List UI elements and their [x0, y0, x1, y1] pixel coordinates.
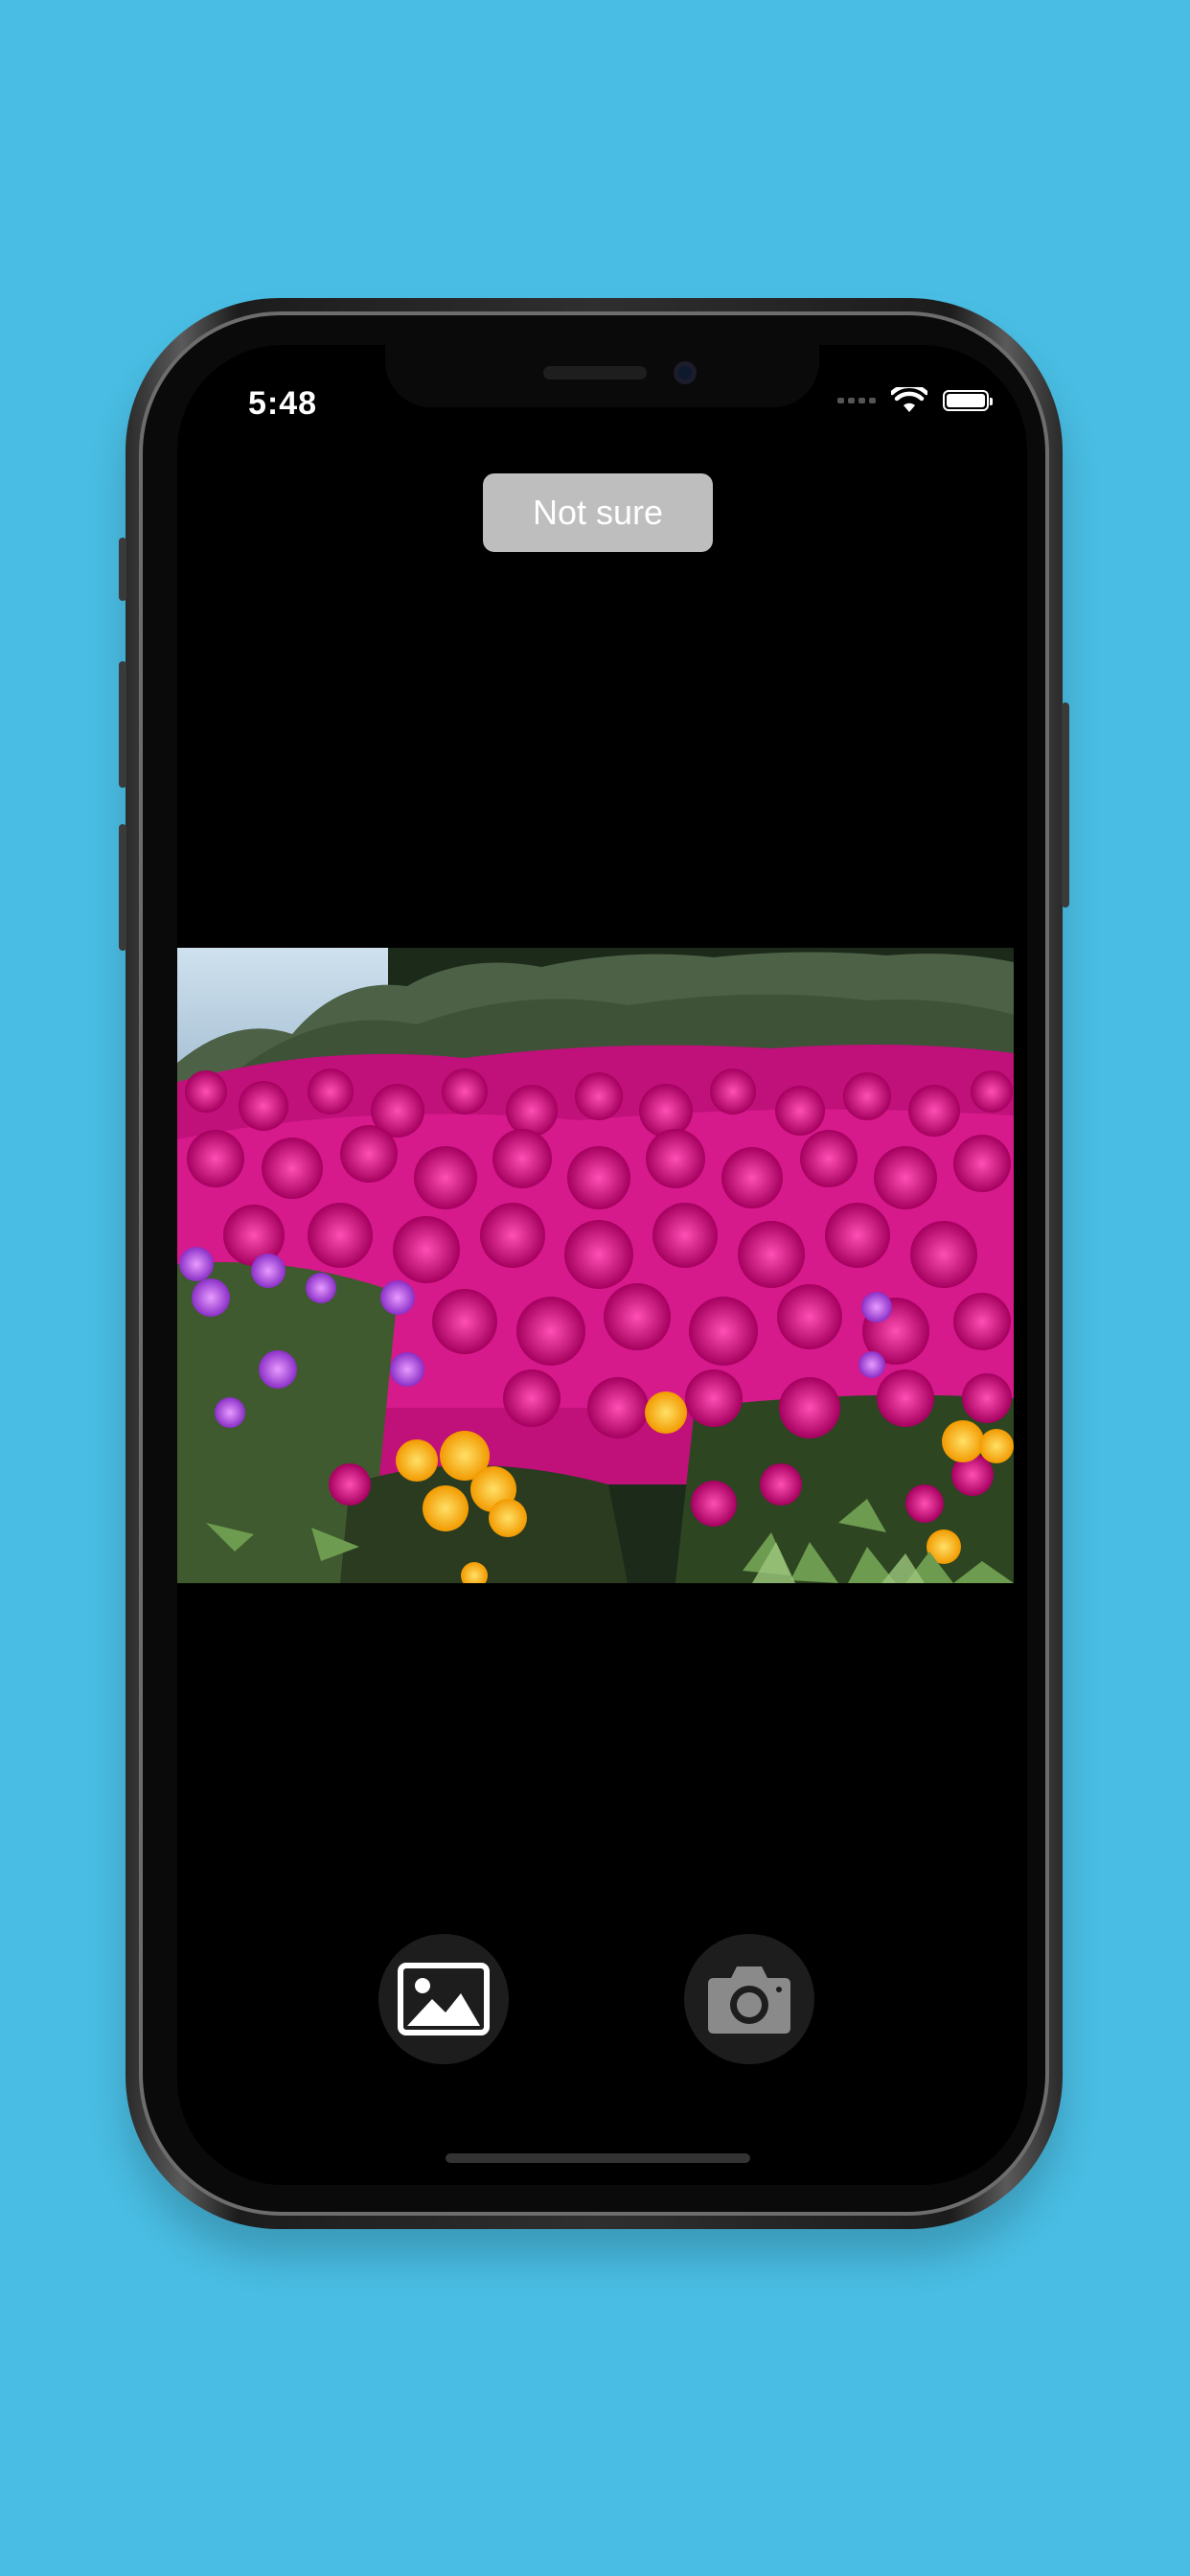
speaker-grille: [543, 366, 647, 380]
status-icons: [837, 387, 993, 414]
front-camera: [674, 361, 697, 384]
result-label-button[interactable]: Not sure: [483, 473, 713, 552]
phone-side-button-volume-up: [119, 661, 126, 788]
camera-button[interactable]: [684, 1934, 814, 2064]
status-time: 5:48: [248, 385, 318, 422]
photo-library-icon: [398, 1963, 490, 2036]
magenta-flower-field-image[interactable]: [177, 948, 1014, 1583]
wifi-icon: [891, 387, 927, 412]
cellular-signal-icon: [837, 398, 876, 403]
app-screen: 5:48 Not sure: [177, 345, 1027, 2185]
phone-side-button-mute: [119, 538, 126, 601]
phone-side-button-volume-down: [119, 824, 126, 951]
phone-side-button-power: [1062, 702, 1069, 908]
home-indicator[interactable]: [446, 2153, 750, 2163]
battery-icon: [943, 390, 993, 411]
gallery-button[interactable]: [378, 1934, 509, 2064]
camera-icon: [708, 1966, 790, 2034]
